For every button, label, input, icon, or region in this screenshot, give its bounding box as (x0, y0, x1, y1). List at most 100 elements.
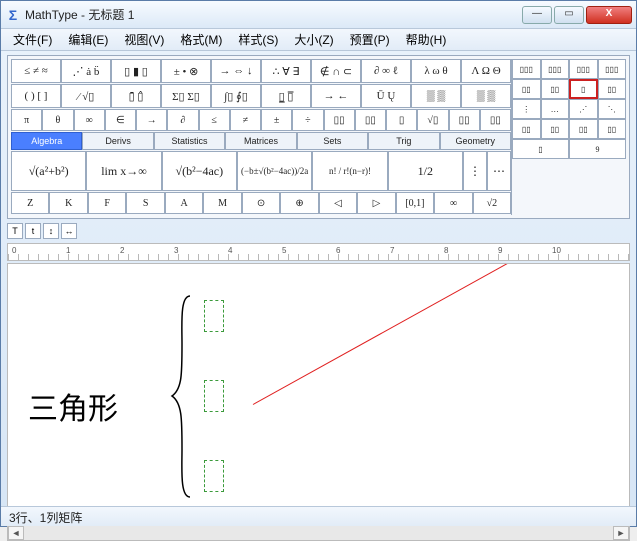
matrix-slot-1[interactable] (204, 300, 224, 332)
scroll-right-icon[interactable]: ► (613, 526, 629, 540)
palette-matrices2[interactable]: ▒ ▒ (461, 84, 511, 108)
tab-geometry[interactable]: Geometry (440, 132, 511, 150)
user-interval[interactable]: [0,1] (396, 192, 434, 214)
user-m[interactable]: M (203, 192, 241, 214)
sym-partial[interactable]: ∂ (167, 109, 198, 131)
palette-spaces[interactable]: ▯ ▮ ▯ (111, 59, 161, 83)
tab-derivs[interactable]: Derivs (82, 132, 153, 150)
palette-operators[interactable]: ± • ⊗ (161, 59, 211, 83)
formula-disc[interactable]: √(b²−4ac) (162, 151, 237, 191)
mtx-15[interactable]: ▯▯ (598, 119, 627, 139)
mtx-4[interactable]: ▯▯ (512, 79, 541, 99)
matrix-slot-2[interactable] (204, 380, 224, 412)
mini-v[interactable]: ↕ (43, 223, 59, 239)
palette-greek-low[interactable]: λ ω θ (411, 59, 461, 83)
tab-sets[interactable]: Sets (297, 132, 368, 150)
formula-limit[interactable]: lim x→∞ (86, 151, 161, 191)
mtx-13[interactable]: ▯▯ (541, 119, 570, 139)
mtx-3[interactable]: ▯▯▯ (598, 59, 627, 79)
tab-algebra[interactable]: Algebra (11, 132, 82, 150)
mini-t[interactable]: t (25, 223, 41, 239)
palette-greek-up[interactable]: Λ Ω Θ (461, 59, 511, 83)
mtx-0[interactable]: ▯▯▯ (512, 59, 541, 79)
mtx-10[interactable]: ⋰ (569, 99, 598, 119)
formula-pythag[interactable]: √(a²+b²) (11, 151, 86, 191)
tpl-sqrt[interactable]: √▯ (417, 109, 448, 131)
sym-pi[interactable]: π (11, 109, 42, 131)
minimize-button[interactable]: — (522, 6, 552, 24)
palette-set[interactable]: ∉ ∩ ⊂ (311, 59, 361, 83)
palette-underover[interactable]: ▯̲ ▯̅ (261, 84, 311, 108)
mtx-14[interactable]: ▯▯ (569, 119, 598, 139)
sym-in[interactable]: ∈ (105, 109, 136, 131)
user-s[interactable]: S (126, 192, 164, 214)
mtx-3x1-highlighted[interactable]: ▯ (569, 79, 598, 99)
palette-integrals[interactable]: ∫▯ ∮▯ (211, 84, 261, 108)
palette-overbar[interactable]: ▯̄ ▯̂ (111, 84, 161, 108)
close-button[interactable]: X (586, 6, 632, 24)
palette-brackets[interactable]: ( ) [ ] (11, 84, 61, 108)
palette-matrices[interactable]: ▒ ▒ (411, 84, 461, 108)
tab-matrices[interactable]: Matrices (225, 132, 296, 150)
user-z[interactable]: Z (11, 192, 49, 214)
palette-relations[interactable]: ≤ ≠ ≈ (11, 59, 61, 83)
matrix-slot-3[interactable] (204, 460, 224, 492)
menu-view[interactable]: 视图(V) (116, 29, 172, 50)
tpl-frac2[interactable]: ▯▯ (480, 109, 511, 131)
mini-T[interactable]: T (7, 223, 23, 239)
palette-diacriticals[interactable]: Ū Ų (361, 84, 411, 108)
mtx-11[interactable]: ⋱ (598, 99, 627, 119)
menu-edit[interactable]: 编辑(E) (60, 29, 116, 50)
palette-arrows[interactable]: → ⇔ ↓ (211, 59, 261, 83)
user-oplus[interactable]: ⊕ (280, 192, 318, 214)
scroll-left-icon[interactable]: ◄ (8, 526, 24, 540)
user-circ[interactable]: ⊙ (242, 192, 280, 214)
mtx-7[interactable]: ▯▯ (598, 79, 627, 99)
sym-pm[interactable]: ± (261, 109, 292, 131)
mtx-5[interactable]: ▯▯ (541, 79, 570, 99)
formula-binom[interactable]: n! / r!(n−r)! (312, 151, 387, 191)
maximize-button[interactable]: ▭ (554, 6, 584, 24)
tab-9[interactable]: 9 (569, 139, 626, 159)
sym-theta[interactable]: θ (42, 109, 73, 131)
user-k[interactable]: K (49, 192, 87, 214)
sym-le[interactable]: ≤ (199, 109, 230, 131)
formula-half[interactable]: 1/2 (388, 151, 463, 191)
palette-misc[interactable]: ∂ ∞ ℓ (361, 59, 411, 83)
horizontal-scrollbar[interactable]: ◄ ► (7, 525, 630, 541)
sym-arrow[interactable]: → (136, 109, 167, 131)
palette-sums[interactable]: Σ▯ Σ▯ (161, 84, 211, 108)
tab-8[interactable]: ▯ (512, 139, 569, 159)
menu-file[interactable]: 文件(F) (5, 29, 60, 50)
palette-fractions[interactable]: ⁄ √▯ (61, 84, 111, 108)
formula-vdots[interactable]: ⋮ (463, 151, 487, 191)
user-ltri[interactable]: ◁ (319, 192, 357, 214)
palette-labeled-arrows[interactable]: → ← (311, 84, 361, 108)
mini-h[interactable]: ↔ (61, 223, 77, 239)
tpl-sub[interactable]: ▯▯ (324, 109, 355, 131)
scroll-track[interactable] (24, 526, 613, 540)
menu-help[interactable]: 帮助(H) (398, 29, 455, 50)
tab-statistics[interactable]: Statistics (154, 132, 225, 150)
formula-hdots[interactable]: ⋯ (487, 151, 511, 191)
palette-logic[interactable]: ∴ ∀ ∃ (261, 59, 311, 83)
menu-preset[interactable]: 预置(P) (342, 29, 398, 50)
tab-trig[interactable]: Trig (368, 132, 439, 150)
user-a[interactable]: A (165, 192, 203, 214)
formula-quadratic[interactable]: (−b±√(b²−4ac))/2a (237, 151, 312, 191)
mtx-12[interactable]: ▯▯ (512, 119, 541, 139)
mtx-2[interactable]: ▯▯▯ (569, 59, 598, 79)
user-rtri[interactable]: ▷ (357, 192, 395, 214)
sym-ne[interactable]: ≠ (230, 109, 261, 131)
mtx-8[interactable]: ⋮ (512, 99, 541, 119)
equation-editor[interactable]: 三角形 (7, 263, 630, 523)
palette-accents[interactable]: ⋰ ȧ b̈ (61, 59, 111, 83)
sym-inf[interactable]: ∞ (74, 109, 105, 131)
user-sqrt2[interactable]: √2 (473, 192, 511, 214)
tpl-box[interactable]: ▯ (386, 109, 417, 131)
mtx-9[interactable]: … (541, 99, 570, 119)
tpl-sup[interactable]: ▯▯ (355, 109, 386, 131)
tpl-frac[interactable]: ▯▯ (449, 109, 480, 131)
menu-style[interactable]: 样式(S) (230, 29, 286, 50)
user-f[interactable]: F (88, 192, 126, 214)
